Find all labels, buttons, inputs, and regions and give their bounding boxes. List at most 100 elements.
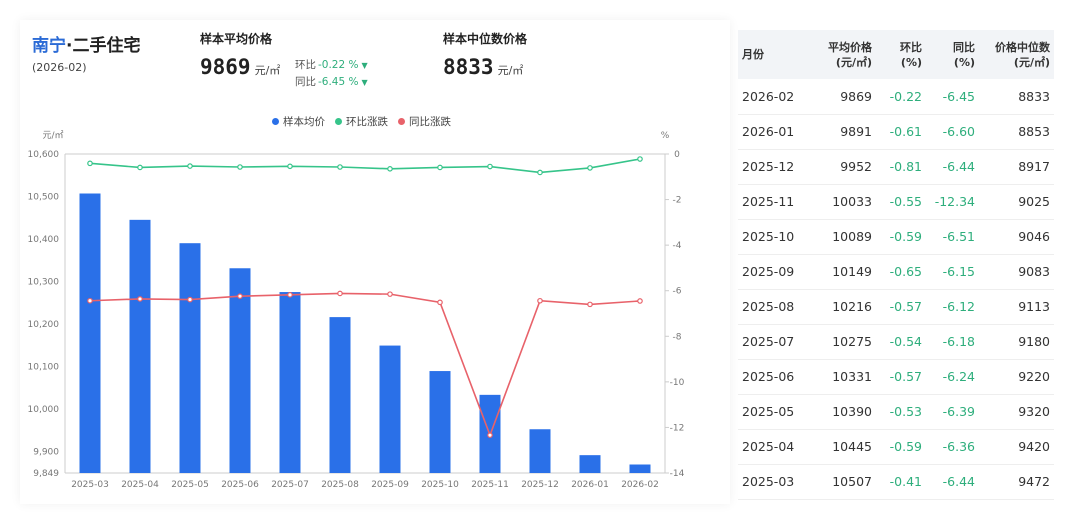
column-header: 同比 (%) bbox=[926, 30, 979, 79]
y-tick-label: 10,200 bbox=[28, 320, 60, 330]
x-tick-label: 2025-11 bbox=[471, 480, 509, 490]
data-point bbox=[87, 297, 93, 304]
table-cell: 2025-06 bbox=[738, 359, 810, 395]
data-point bbox=[587, 301, 593, 308]
y2-tick-label: -14 bbox=[670, 469, 685, 479]
table-cell: -0.57 bbox=[876, 359, 926, 395]
y-tick-label: 10,300 bbox=[28, 277, 60, 287]
table-cell: 2025-05 bbox=[738, 394, 810, 430]
x-tick-label: 2025-08 bbox=[321, 480, 359, 490]
table-row: 2025-11 10033 -0.55 -12.34 9025 bbox=[738, 184, 1054, 220]
table-cell: 2026-02 bbox=[738, 79, 810, 115]
table-row: 2026-01 9891 -0.61 -6.60 8853 bbox=[738, 114, 1054, 150]
x-tick-label: 2025-07 bbox=[271, 480, 309, 490]
data-point bbox=[537, 297, 543, 304]
data-point bbox=[187, 163, 193, 169]
table-cell: 9220 bbox=[979, 359, 1054, 395]
table-cell: -0.81 bbox=[876, 149, 926, 185]
column-header: 平均价格 (元/㎡) bbox=[810, 30, 876, 79]
y-tick-label: 10,600 bbox=[28, 150, 60, 160]
data-point bbox=[137, 296, 143, 302]
y-tick-label: 10,000 bbox=[28, 405, 60, 415]
table-cell: -0.57 bbox=[876, 289, 926, 325]
table-cell: 2026-01 bbox=[738, 114, 810, 150]
table-cell: 10089 bbox=[810, 219, 876, 255]
table-cell: 2025-03 bbox=[738, 464, 810, 500]
data-point bbox=[237, 293, 243, 299]
column-header: 价格中位数 (元/㎡) bbox=[979, 30, 1054, 79]
table-cell: -0.59 bbox=[876, 429, 926, 465]
table-cell: -0.54 bbox=[876, 324, 926, 360]
y-tick-label: 10,100 bbox=[28, 362, 60, 372]
x-tick-label: 2025-12 bbox=[521, 480, 559, 490]
table-cell: 10390 bbox=[810, 394, 876, 430]
data-point bbox=[337, 290, 343, 297]
series-line-环比涨跌 bbox=[89, 158, 641, 174]
column-header: 环比 (%) bbox=[876, 30, 926, 79]
table-cell: 2025-07 bbox=[738, 324, 810, 360]
price-table-container: 月份 平均价格 (元/㎡) 环比 (%) 同比 (%) 价格中位数 (元/㎡) 2026-02 9… bbox=[738, 30, 1054, 500]
y2-tick-label: -6 bbox=[673, 287, 682, 297]
data-point bbox=[387, 166, 393, 172]
bar-2025-08 bbox=[329, 317, 351, 473]
data-point bbox=[637, 156, 643, 162]
table-cell: -0.53 bbox=[876, 394, 926, 430]
table-cell: -0.65 bbox=[876, 254, 926, 290]
data-point bbox=[87, 160, 93, 167]
bar-2025-07 bbox=[279, 292, 301, 473]
table-cell: 2025-09 bbox=[738, 254, 810, 290]
table-cell: 2025-11 bbox=[738, 184, 810, 220]
table-cell: 10275 bbox=[810, 324, 876, 360]
table-cell: -6.18 bbox=[926, 324, 979, 360]
table-cell: 10445 bbox=[810, 429, 876, 465]
x-tick-label: 2025-09 bbox=[371, 480, 409, 490]
data-point bbox=[237, 164, 243, 170]
bar-2025-05 bbox=[179, 243, 201, 473]
y2-tick-label: -8 bbox=[673, 332, 682, 342]
price-table: 月份 平均价格 (元/㎡) 环比 (%) 同比 (%) 价格中位数 (元/㎡) 2026-02 9… bbox=[738, 30, 1054, 500]
data-point bbox=[287, 163, 293, 170]
table-cell: -6.44 bbox=[926, 149, 979, 185]
series-line-同比涨跌 bbox=[89, 292, 641, 438]
table-cell: 10507 bbox=[810, 464, 876, 500]
chart-card: 南宁·二手住宅 (2026-02) 样本平均价格 9869 元/㎡ 环比 -0.22… bbox=[20, 20, 730, 504]
table-cell: 9320 bbox=[979, 394, 1054, 430]
bar-2026-02 bbox=[629, 464, 651, 473]
x-tick-label: 2025-04 bbox=[121, 480, 159, 490]
right-axis-unit: % bbox=[661, 131, 670, 141]
table-cell: 10149 bbox=[810, 254, 876, 290]
table-cell: -6.12 bbox=[926, 289, 979, 325]
table-cell: -6.36 bbox=[926, 429, 979, 465]
table-row: 2025-05 10390 -0.53 -6.39 9320 bbox=[738, 394, 1054, 430]
table-row: 2025-09 10149 -0.65 -6.15 9083 bbox=[738, 254, 1054, 290]
bar-2025-12 bbox=[529, 429, 551, 473]
price-chart: 元/㎡ % 9,849 9,900 10,000 10,100 10,200 10,300 10… bbox=[28, 130, 685, 490]
y2-tick-label: -2 bbox=[673, 196, 682, 206]
data-point bbox=[337, 164, 343, 170]
x-tick-label: 2025-05 bbox=[171, 480, 209, 490]
table-cell: 10033 bbox=[810, 184, 876, 220]
table-row: 2025-04 10445 -0.59 -6.36 9420 bbox=[738, 429, 1054, 465]
table-cell: 9180 bbox=[979, 324, 1054, 360]
left-axis-unit: 元/㎡ bbox=[42, 130, 63, 141]
data-point bbox=[137, 164, 143, 171]
table-cell: 2025-12 bbox=[738, 149, 810, 185]
table-cell: 10331 bbox=[810, 359, 876, 395]
data-point bbox=[287, 292, 293, 298]
table-cell: -6.45 bbox=[926, 79, 979, 115]
table-row: 2025-08 10216 -0.57 -6.12 9113 bbox=[738, 289, 1054, 325]
y2-tick-label: -12 bbox=[670, 423, 685, 433]
x-tick-label: 2025-06 bbox=[221, 480, 259, 490]
y2-tick-label: 0 bbox=[674, 150, 680, 160]
table-cell: 2025-08 bbox=[738, 289, 810, 325]
column-header: 月份 bbox=[738, 30, 810, 79]
data-point bbox=[587, 165, 593, 171]
table-cell: -6.44 bbox=[926, 464, 979, 500]
table-cell: -0.55 bbox=[876, 184, 926, 220]
table-cell: -12.34 bbox=[926, 184, 979, 220]
bar-2026-01 bbox=[579, 455, 601, 473]
table-row: 2025-07 10275 -0.54 -6.18 9180 bbox=[738, 324, 1054, 360]
x-tick-label: 2026-02 bbox=[621, 480, 659, 490]
data-point bbox=[537, 169, 543, 176]
data-point bbox=[187, 296, 193, 303]
